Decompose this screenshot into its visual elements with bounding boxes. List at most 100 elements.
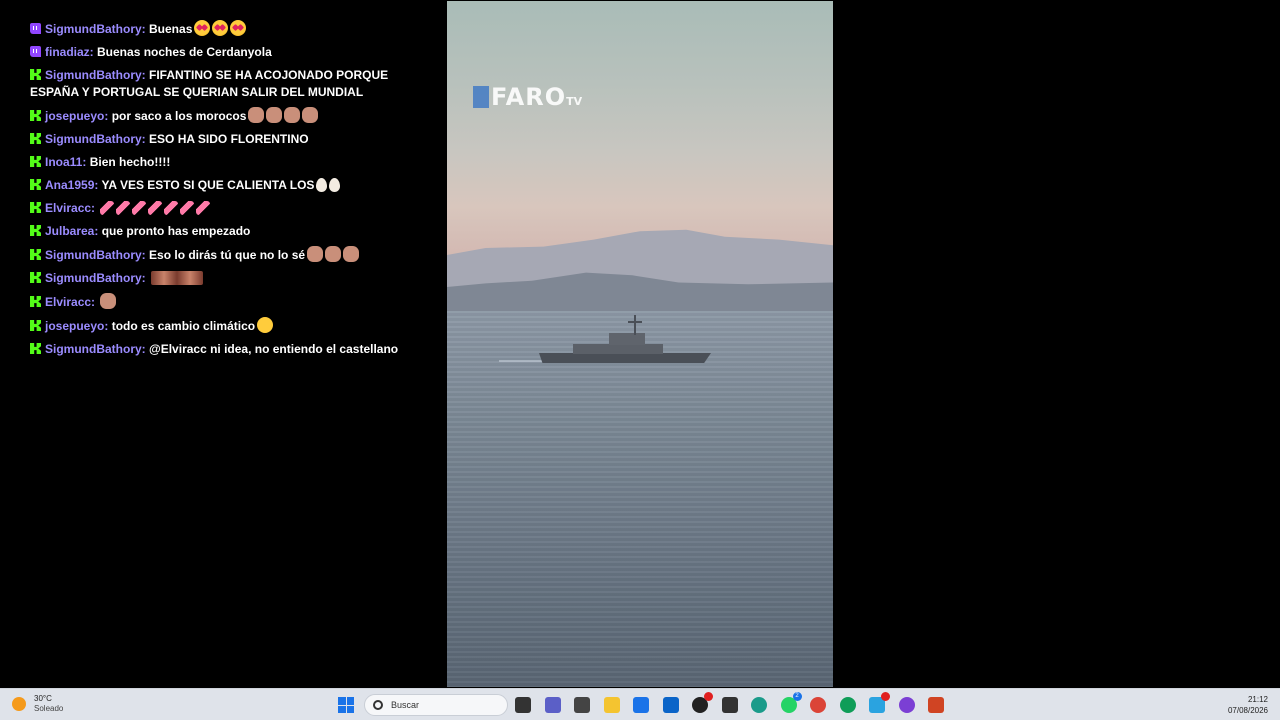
kick-icon bbox=[30, 156, 41, 167]
circle-app-icon[interactable] bbox=[898, 697, 915, 713]
clock-date: 07/08/2026 bbox=[1227, 706, 1268, 715]
kick-icon bbox=[30, 69, 41, 80]
chat-text: Buenas bbox=[149, 22, 193, 36]
notification-badge bbox=[704, 692, 713, 701]
chat-username[interactable]: SigmundBathory bbox=[45, 22, 142, 36]
chat-username[interactable]: Julbarea bbox=[45, 224, 94, 238]
chat-username[interactable]: Inoa11 bbox=[45, 155, 82, 169]
leg-emote-icon bbox=[100, 201, 115, 215]
notification-badge bbox=[881, 692, 890, 701]
chat-message: josepueyo: por saco a los morocos bbox=[30, 107, 432, 125]
chat-username[interactable]: josepueyo bbox=[45, 319, 104, 333]
ship-deck bbox=[573, 344, 663, 354]
chat-message: Elviracc: bbox=[30, 293, 432, 311]
edge-icon[interactable] bbox=[751, 697, 767, 713]
chat-username[interactable]: finadiaz bbox=[45, 45, 90, 59]
kick-icon bbox=[30, 272, 41, 283]
chat-message: SigmundBathory: ESO HA SIDO FLORENTINO bbox=[30, 131, 432, 148]
ship-hull bbox=[539, 353, 711, 363]
chat-username[interactable]: Elviracc bbox=[45, 201, 91, 215]
chat-username[interactable]: SigmundBathory bbox=[45, 68, 142, 82]
leg-emote-icon bbox=[148, 201, 163, 215]
chat-text: @Elviracc ni idea, no entiendo el castel… bbox=[149, 342, 399, 356]
chat-text: YA VES ESTO SI QUE CALIENTA LOS bbox=[101, 178, 315, 192]
chat-message: SigmundBathory: FIFANTINO SE HA ACOJONAD… bbox=[30, 67, 432, 101]
leg-emote-icon bbox=[132, 201, 147, 215]
chat-message: Elviracc: bbox=[30, 200, 432, 217]
chat-username[interactable]: Ana1959 bbox=[45, 178, 94, 192]
clock-time: 21:12 bbox=[1247, 695, 1268, 704]
leg-emote-icon bbox=[116, 201, 131, 215]
kick-icon bbox=[30, 343, 41, 354]
kick-icon bbox=[30, 202, 41, 213]
chat-username[interactable]: SigmundBathory bbox=[45, 248, 142, 262]
face-emote-icon bbox=[266, 107, 283, 123]
chat-separator: : bbox=[141, 342, 150, 356]
chat-separator: : bbox=[141, 132, 150, 146]
sea bbox=[447, 311, 833, 687]
kick-icon bbox=[30, 179, 41, 190]
powerpoint-icon[interactable] bbox=[928, 697, 944, 713]
chat-text: que pronto has empezado bbox=[101, 224, 251, 238]
chat-separator: : bbox=[104, 319, 112, 333]
kick-icon bbox=[30, 249, 41, 260]
chat-text: por saco a los morocos bbox=[111, 109, 247, 123]
chat-separator: : bbox=[94, 178, 102, 192]
taskbar-search[interactable]: Buscar bbox=[364, 694, 508, 716]
chat-username[interactable]: SigmundBathory bbox=[45, 132, 142, 146]
chat-separator: : bbox=[82, 155, 90, 169]
chat-separator: : bbox=[104, 109, 112, 123]
chat-separator: : bbox=[91, 201, 99, 215]
video-player[interactable]: FAROTV bbox=[447, 1, 833, 687]
file-explorer-icon[interactable] bbox=[603, 697, 620, 713]
chat-separator: : bbox=[94, 224, 102, 238]
eyes-emote-icon bbox=[151, 271, 204, 285]
kick-icon bbox=[30, 320, 41, 331]
heart-eyes-emote-icon bbox=[230, 20, 247, 36]
face-emote-icon bbox=[100, 293, 117, 309]
task-view-icon[interactable] bbox=[515, 697, 531, 713]
whatsapp-icon[interactable]: 2 bbox=[780, 692, 802, 713]
chat-message: josepueyo: todo es cambio climático bbox=[30, 317, 432, 335]
heart-eyes-emote-icon bbox=[212, 20, 229, 36]
outlook-icon[interactable] bbox=[662, 697, 679, 713]
clock[interactable]: 21:12 07/08/2026 bbox=[1228, 694, 1268, 716]
kick-icon bbox=[30, 110, 41, 121]
telegram-icon[interactable] bbox=[869, 692, 890, 713]
search-placeholder: Buscar bbox=[391, 700, 420, 710]
chat-separator: : bbox=[141, 271, 150, 285]
face-emote-icon bbox=[248, 107, 265, 123]
weather-widget[interactable]: 30°C Soleado bbox=[12, 694, 63, 714]
chat-username[interactable]: josepueyo bbox=[45, 109, 104, 123]
twitch-icon bbox=[30, 46, 41, 57]
teams-icon[interactable] bbox=[544, 697, 561, 713]
chat-username[interactable]: SigmundBathory bbox=[45, 271, 142, 285]
ship-bridge bbox=[609, 333, 645, 345]
face-emote-icon bbox=[325, 246, 342, 262]
chat-text: ESO HA SIDO FLORENTINO bbox=[149, 132, 309, 146]
chat-separator: : bbox=[141, 68, 150, 82]
kick-icon bbox=[30, 133, 41, 144]
chat-message: Julbarea: que pronto has empezado bbox=[30, 223, 432, 240]
store-icon[interactable] bbox=[633, 697, 649, 713]
start-button[interactable] bbox=[338, 697, 354, 713]
chat-message: SigmundBathory: @Elviracc ni idea, no en… bbox=[30, 341, 432, 358]
leg-emote-icon bbox=[180, 201, 195, 215]
cube-app-icon[interactable] bbox=[721, 697, 738, 713]
chat-text: Bien hecho!!!! bbox=[89, 155, 171, 169]
app-icon[interactable] bbox=[574, 697, 590, 713]
leg-emote-icon bbox=[164, 201, 179, 215]
chrome-alt-icon[interactable] bbox=[839, 697, 856, 713]
obs-icon[interactable] bbox=[692, 692, 713, 713]
chat-username[interactable]: Elviracc bbox=[45, 295, 91, 309]
chat-separator: : bbox=[141, 22, 150, 36]
chat-message: Inoa11: Bien hecho!!!! bbox=[30, 154, 432, 171]
face-emote-icon bbox=[284, 107, 301, 123]
chrome-icon[interactable] bbox=[810, 697, 826, 713]
egg-emote-icon bbox=[329, 178, 341, 192]
chat-username[interactable]: SigmundBathory bbox=[45, 342, 142, 356]
chat-separator: : bbox=[91, 295, 99, 309]
chat-text: todo es cambio climático bbox=[111, 319, 256, 333]
faro-tv-logo: FAROTV bbox=[473, 83, 582, 111]
face-emote-icon bbox=[302, 107, 319, 123]
